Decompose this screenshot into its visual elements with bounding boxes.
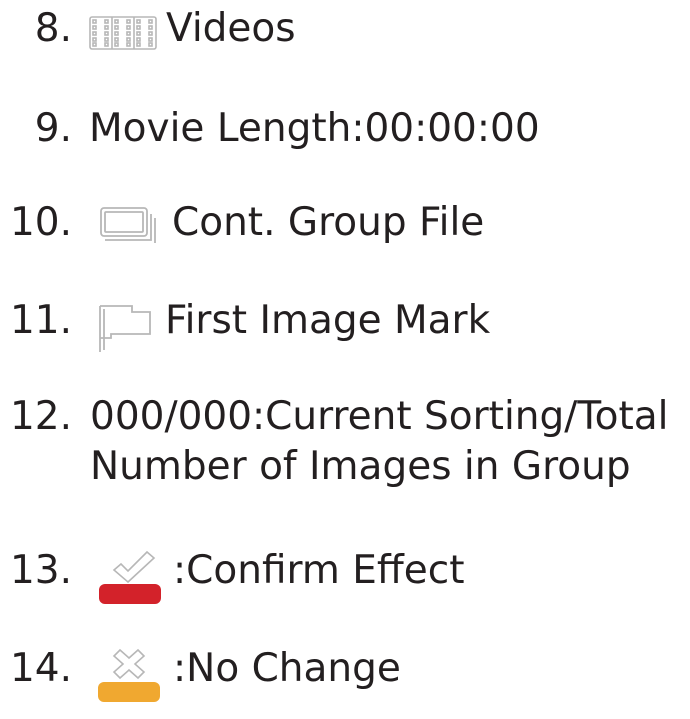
check-mark-icon bbox=[99, 546, 163, 621]
item-label: Movie Length:00:00:00 bbox=[89, 106, 540, 151]
list-item-8: 8. Videos bbox=[0, 4, 690, 54]
continuous-group-icon bbox=[99, 206, 161, 257]
list-item-14: 14. :No Change bbox=[0, 644, 690, 702]
item-label: Cont. Group File bbox=[172, 200, 485, 245]
item-number: 8. bbox=[34, 6, 72, 51]
item-number: 13. bbox=[9, 548, 72, 593]
list-item-9: 9. Movie Length:00:00:00 bbox=[0, 104, 690, 154]
item-label: :No Change bbox=[173, 646, 401, 691]
list-item-10: 10. Cont. Group File bbox=[0, 198, 690, 248]
item-number: 12. bbox=[9, 394, 72, 439]
item-label: First Image Mark bbox=[165, 298, 491, 343]
flag-icon bbox=[97, 304, 155, 367]
item-number: 11. bbox=[9, 298, 72, 343]
item-label-line-2: Number of Images in Group bbox=[90, 444, 631, 489]
item-label-line-1: 000/000:Current Sorting/Total bbox=[90, 394, 669, 439]
item-number: 9. bbox=[34, 106, 72, 151]
list-item-12: 12. 000/000:Current Sorting/Total Number… bbox=[0, 392, 690, 492]
list-item-13: 13. :Confirm Effect bbox=[0, 546, 690, 604]
item-number: 10. bbox=[9, 200, 72, 245]
list-item-11: 11. First Image Mark bbox=[0, 296, 690, 352]
item-label: Videos bbox=[166, 6, 296, 51]
film-strip-icon bbox=[89, 13, 157, 63]
item-number: 14. bbox=[9, 646, 72, 691]
item-label: :Confirm Effect bbox=[173, 548, 465, 593]
cross-mark-icon bbox=[98, 644, 162, 719]
